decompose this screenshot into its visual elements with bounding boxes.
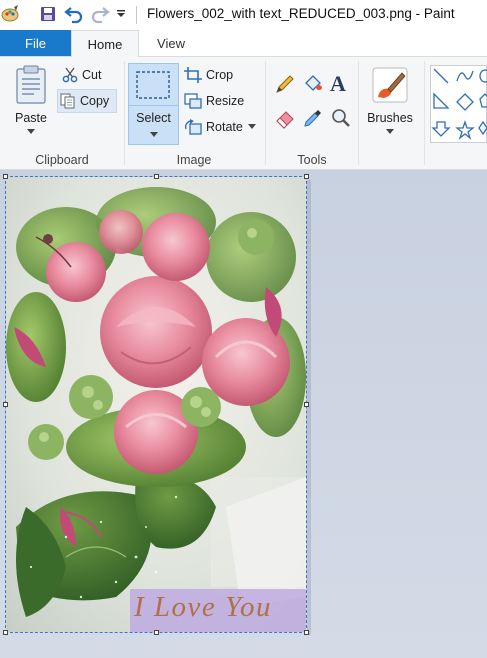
copy-button[interactable]: Copy — [57, 89, 117, 113]
resize-button[interactable]: Resize — [184, 93, 244, 109]
brushes-button[interactable]: Brushes — [364, 65, 416, 135]
tab-home[interactable]: Home — [71, 30, 139, 57]
paint-app-icon[interactable] — [1, 4, 21, 24]
curve-shape-icon — [456, 70, 474, 82]
text-tool-icon[interactable]: A — [330, 71, 352, 96]
rotate-label: Rotate — [206, 120, 243, 134]
brushes-dropdown-icon[interactable] — [386, 129, 394, 135]
group-separator — [265, 61, 266, 165]
rotate-button[interactable]: Rotate — [184, 119, 256, 135]
crop-icon — [184, 67, 202, 83]
magnifier-icon[interactable] — [330, 107, 352, 129]
select-label: Select — [136, 111, 171, 125]
cut-label: Cut — [82, 68, 102, 82]
resize-icon — [184, 93, 202, 109]
resize-handle[interactable] — [304, 174, 309, 179]
resize-label: Resize — [206, 94, 245, 108]
resize-handle[interactable] — [3, 174, 8, 179]
title-separator — [136, 6, 137, 24]
shapes-gallery[interactable] — [430, 65, 487, 143]
right-triangle-shape-icon — [433, 92, 450, 109]
four-point-star-shape-icon — [478, 120, 487, 136]
resize-handle[interactable] — [304, 402, 309, 407]
title-bar: Flowers_002_with text_REDUCED_003.png - … — [0, 0, 487, 30]
resize-handle[interactable] — [154, 630, 159, 635]
brushes-label: Brushes — [367, 111, 413, 125]
resize-handle[interactable] — [3, 402, 8, 407]
window-title: Flowers_002_with text_REDUCED_003.png - … — [147, 6, 455, 21]
resize-handle[interactable] — [3, 630, 8, 635]
canvas-image[interactable]: I Love You — [6, 177, 306, 632]
customize-quick-access-icon[interactable] — [114, 4, 128, 24]
select-button[interactable]: Select — [128, 63, 179, 145]
ribbon: Paste Cut Copy Clipboard Select Crop Res… — [0, 56, 487, 170]
rotate-icon — [184, 119, 202, 135]
scissors-icon — [62, 67, 78, 83]
crop-button[interactable]: Crop — [184, 67, 233, 83]
copy-icon — [60, 93, 75, 109]
save-icon[interactable] — [38, 4, 58, 24]
paste-icon — [16, 65, 46, 104]
ribbon-tabs: File Home View — [0, 30, 487, 57]
pentagon-shape-icon — [479, 93, 487, 108]
redo-icon[interactable] — [90, 4, 110, 24]
down-arrow-shape-icon — [431, 121, 451, 137]
rotate-dropdown-icon[interactable] — [247, 124, 256, 130]
fill-bucket-icon[interactable] — [302, 73, 324, 95]
love-text-overlay: I Love You — [134, 591, 272, 623]
paste-label: Paste — [15, 111, 47, 125]
select-divider — [129, 105, 178, 106]
copy-label: Copy — [80, 94, 110, 108]
flower-bouquet-image — [6, 177, 306, 632]
cut-button[interactable]: Cut — [62, 67, 101, 83]
undo-icon[interactable] — [64, 4, 84, 24]
tab-view[interactable]: View — [139, 30, 203, 56]
image-group-label: Image — [176, 153, 212, 167]
paste-dropdown-icon[interactable] — [27, 129, 35, 135]
select-dropdown-icon[interactable] — [150, 132, 158, 138]
eraser-icon[interactable] — [274, 107, 296, 129]
select-rectangle-icon — [136, 71, 170, 99]
group-separator — [358, 61, 359, 165]
star-shape-icon — [455, 119, 475, 140]
clipboard-group-label: Clipboard — [35, 153, 89, 167]
resize-handle[interactable] — [154, 174, 159, 179]
resize-handle[interactable] — [304, 630, 309, 635]
pencil-icon[interactable] — [274, 73, 296, 95]
diamond-shape-icon — [456, 93, 474, 111]
oval-shape-icon — [479, 69, 487, 83]
color-picker-icon[interactable] — [302, 107, 324, 129]
tools-group-label: Tools — [297, 153, 327, 167]
group-separator — [124, 61, 125, 165]
tab-file[interactable]: File — [0, 30, 71, 56]
canvas-shadow — [307, 180, 311, 635]
group-separator — [424, 61, 425, 165]
paste-button[interactable]: Paste — [10, 65, 52, 135]
crop-label: Crop — [206, 68, 234, 82]
brush-icon — [372, 67, 408, 103]
line-shape-icon — [433, 68, 449, 84]
